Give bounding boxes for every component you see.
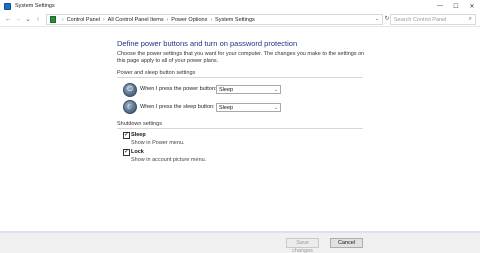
search-icon[interactable]: ⌕ — [469, 16, 472, 23]
breadcrumb-separator: › — [210, 16, 213, 23]
breadcrumb-separator: › — [62, 16, 64, 23]
page-description: Choose the power settings that you want … — [117, 51, 365, 64]
sleep-button-icon: ☾ — [123, 100, 137, 114]
power-button-value: Sleep — [219, 87, 234, 93]
power-section-label: Power and sleep button settings — [117, 70, 196, 76]
maximize-button[interactable]: ☐ — [448, 0, 464, 12]
breadcrumb-separator: › — [103, 16, 105, 23]
shutdown-section-label: Shutdown settings — [117, 121, 162, 127]
up-button[interactable]: ↑ — [33, 16, 43, 23]
footer-bar — [0, 231, 480, 253]
search-box[interactable]: ⌕ — [390, 14, 476, 25]
power-button-select[interactable]: Sleep ⌄ — [216, 85, 281, 94]
breadcrumb-control-panel[interactable]: Control Panel — [67, 17, 100, 23]
breadcrumb-separator: › — [166, 16, 169, 23]
footer-accent — [0, 231, 480, 233]
sleep-checkbox-label[interactable]: Sleep — [131, 132, 146, 138]
address-dropdown-icon[interactable]: ⌄ — [375, 16, 379, 22]
close-button[interactable]: ✕ — [464, 0, 480, 12]
control-panel-icon — [50, 16, 56, 23]
cancel-button[interactable]: Cancel — [330, 238, 363, 248]
address-bar: ← → ⌄ ↑ › Control Panel › All Control Pa… — [0, 12, 480, 27]
breadcrumb-system-settings[interactable]: System Settings — [215, 17, 255, 23]
minimize-button[interactable]: — — [432, 0, 448, 12]
breadcrumb-all-items[interactable]: All Control Panel Items — [108, 17, 164, 23]
lock-checkbox[interactable]: ✓ — [123, 149, 130, 156]
back-button[interactable]: ← — [3, 16, 13, 23]
power-section-divider — [117, 77, 363, 78]
forward-button[interactable]: → — [13, 16, 23, 23]
power-button-icon: ⏻ — [123, 83, 137, 97]
recent-locations-icon[interactable]: ⌄ — [23, 15, 33, 23]
control-panel-icon — [4, 2, 11, 10]
window-title: System Settings — [15, 3, 55, 9]
sleep-button-select[interactable]: Sleep ⌄ — [216, 103, 281, 112]
shutdown-section-divider — [117, 128, 363, 129]
search-input[interactable] — [394, 16, 464, 23]
lock-checkbox-description: Show in account picture menu. — [131, 157, 207, 163]
sleep-button-label: When I press the sleep button: — [140, 104, 215, 110]
power-button-label: When I press the power button: — [140, 86, 217, 92]
lock-checkbox-label[interactable]: Lock — [131, 149, 144, 155]
chevron-down-icon: ⌄ — [273, 105, 278, 111]
sleep-button-value: Sleep — [219, 105, 234, 111]
main-content: Define power buttons and turn on passwor… — [0, 28, 480, 233]
breadcrumb[interactable]: › Control Panel › All Control Panel Item… — [46, 14, 383, 25]
sleep-checkbox[interactable]: ✓ — [123, 132, 130, 139]
save-changes-button[interactable]: Save changes — [286, 238, 319, 253]
sleep-checkbox-description: Show in Power menu. — [131, 140, 185, 146]
window-controls: — ☐ ✕ — [432, 0, 480, 12]
breadcrumb-power-options[interactable]: Power Options — [171, 17, 207, 23]
page-title: Define power buttons and turn on passwor… — [117, 39, 298, 48]
chevron-down-icon: ⌄ — [273, 87, 278, 93]
title-bar: System Settings — ☐ ✕ — [0, 0, 480, 12]
